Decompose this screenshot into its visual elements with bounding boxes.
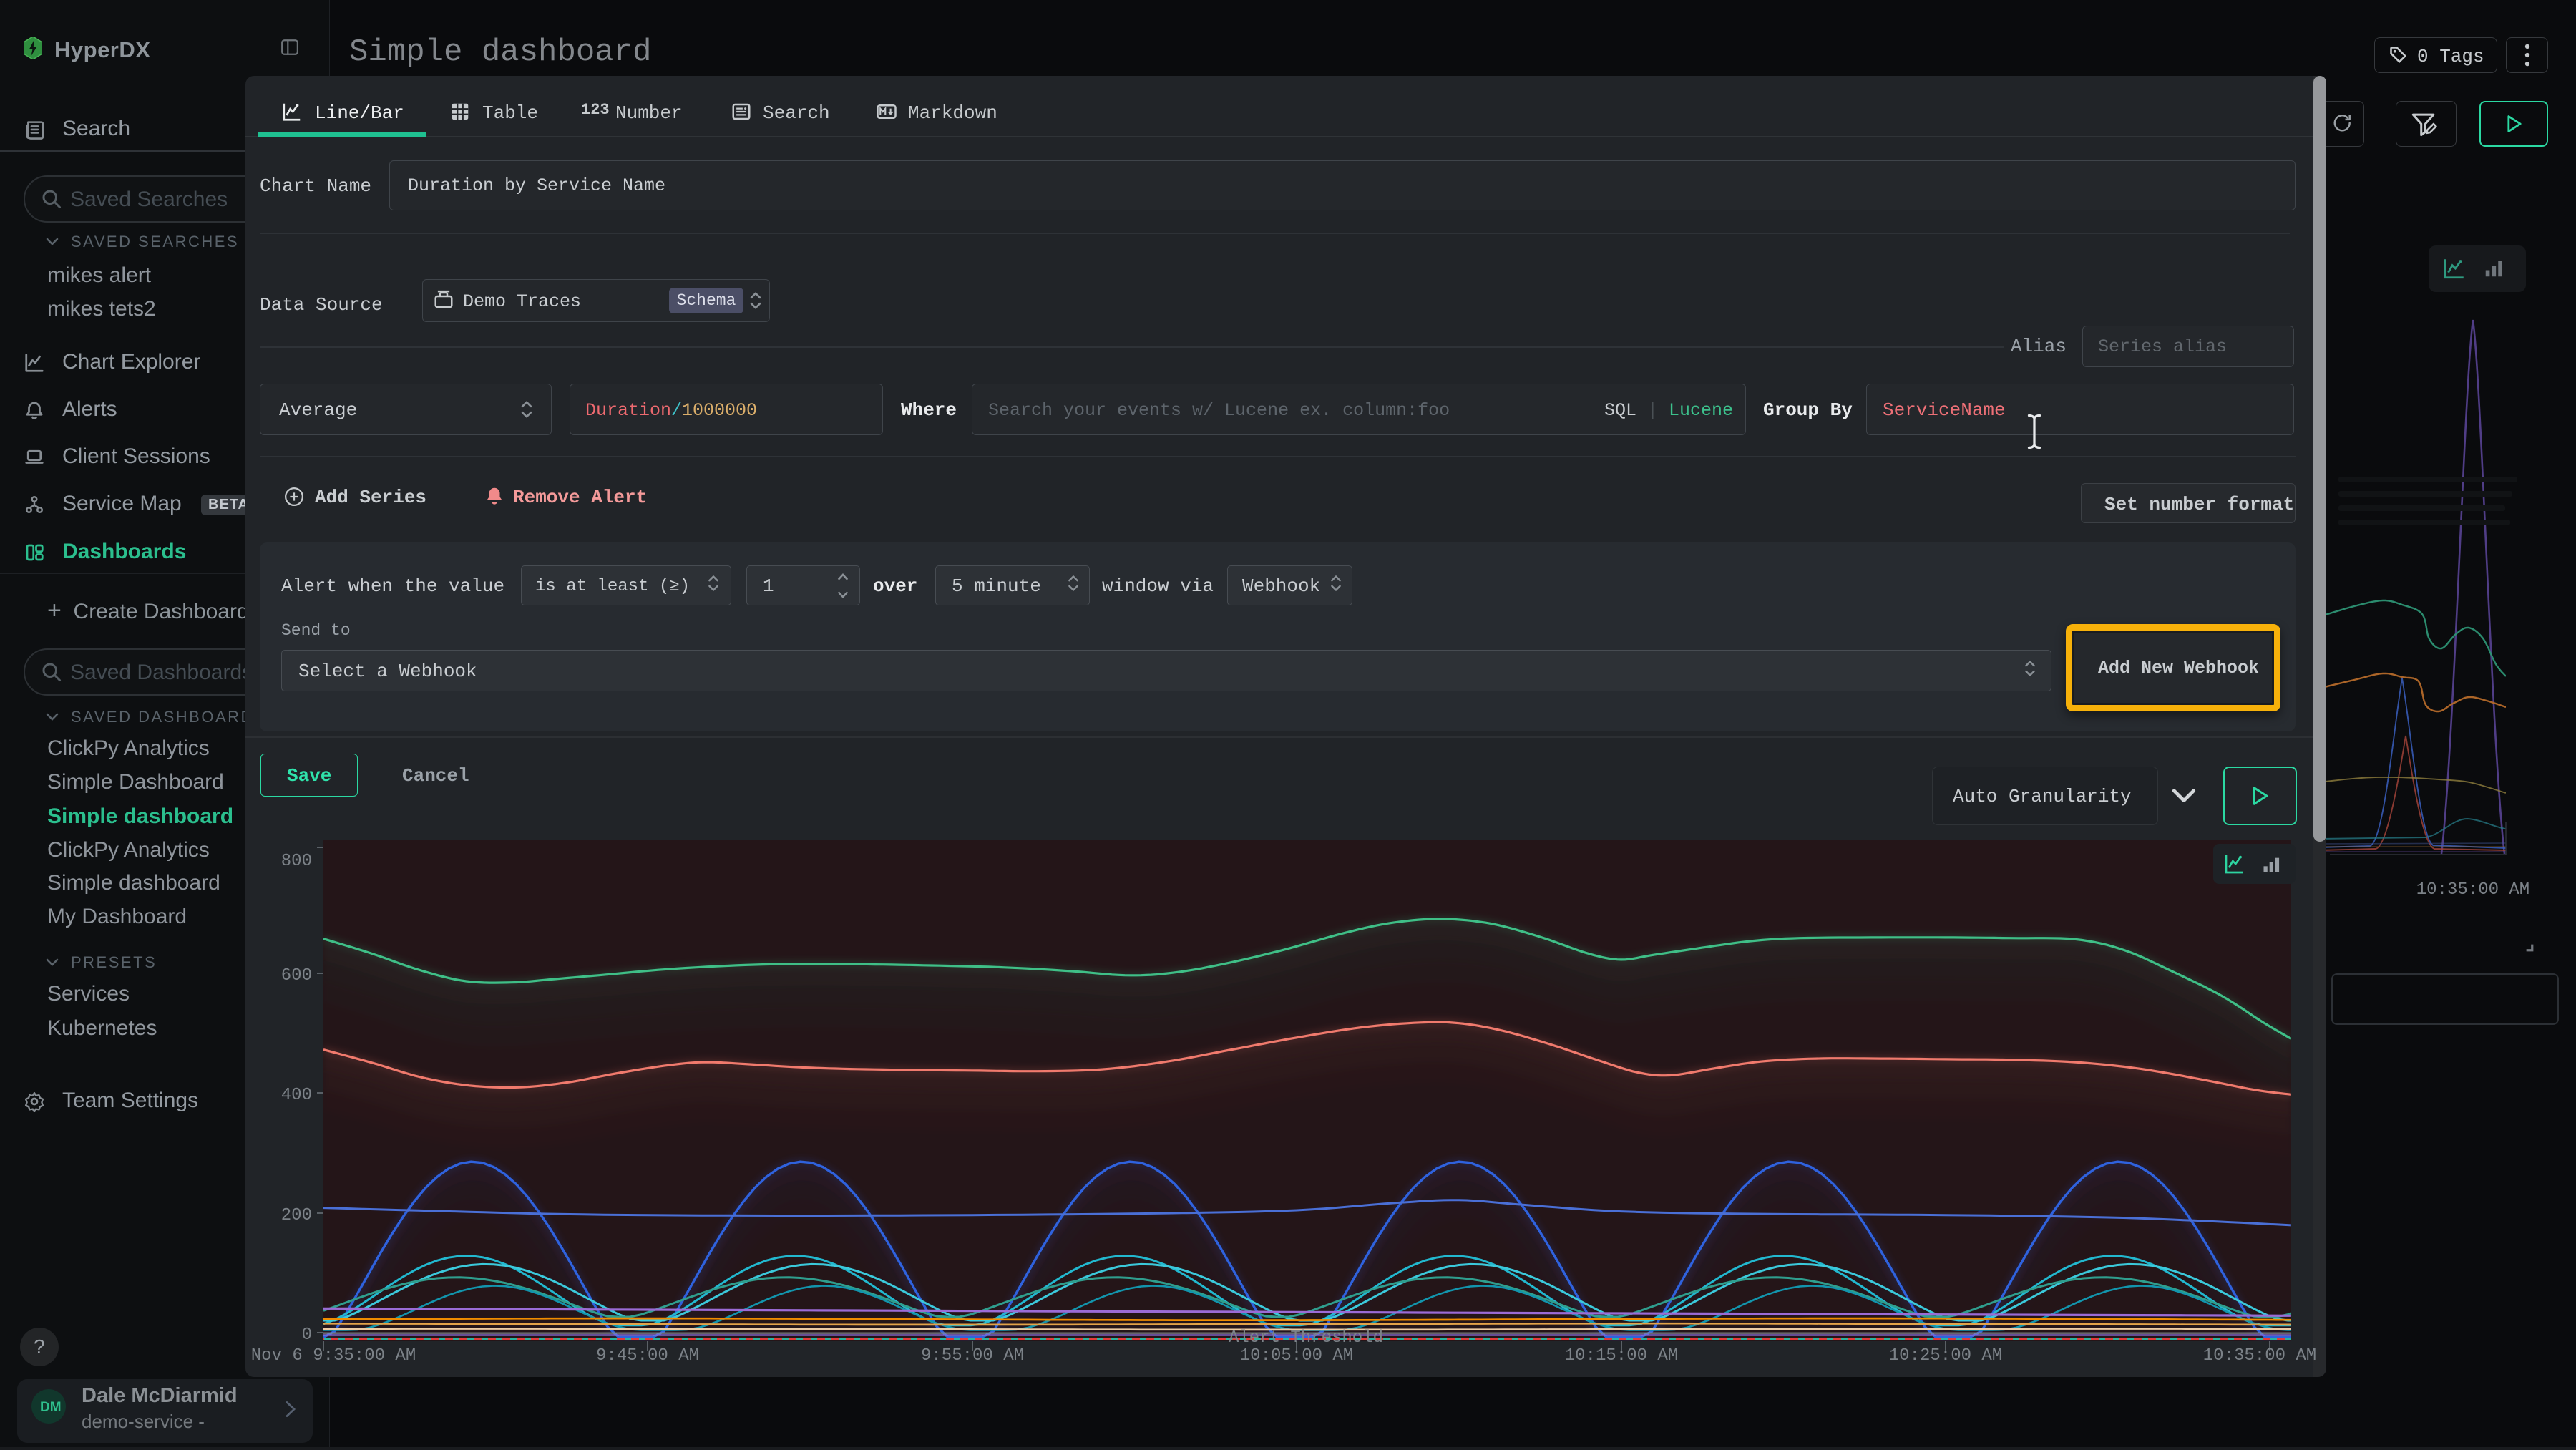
svg-text:10:35:00 AM: 10:35:00 AM <box>2203 1346 2316 1366</box>
svg-text:Nov 6 9:35:00 AM: Nov 6 9:35:00 AM <box>251 1346 416 1366</box>
svg-text:10:25:00 AM: 10:25:00 AM <box>1889 1346 2002 1366</box>
svg-text:9:45:00 AM: 9:45:00 AM <box>596 1346 699 1366</box>
svg-text:200: 200 <box>281 1206 312 1225</box>
svg-text:10:15:00 AM: 10:15:00 AM <box>1565 1346 1678 1366</box>
svg-text:10:35:00 AM: 10:35:00 AM <box>2416 880 2529 900</box>
svg-text:800: 800 <box>281 852 312 871</box>
svg-text:10:05:00 AM: 10:05:00 AM <box>1240 1346 1353 1366</box>
svg-text:600: 600 <box>281 966 312 986</box>
svg-text:Alert Threshold: Alert Threshold <box>1229 1328 1383 1348</box>
svg-text:0: 0 <box>302 1325 312 1345</box>
svg-text:9:55:00 AM: 9:55:00 AM <box>921 1346 1024 1366</box>
svg-text:400: 400 <box>281 1086 312 1105</box>
